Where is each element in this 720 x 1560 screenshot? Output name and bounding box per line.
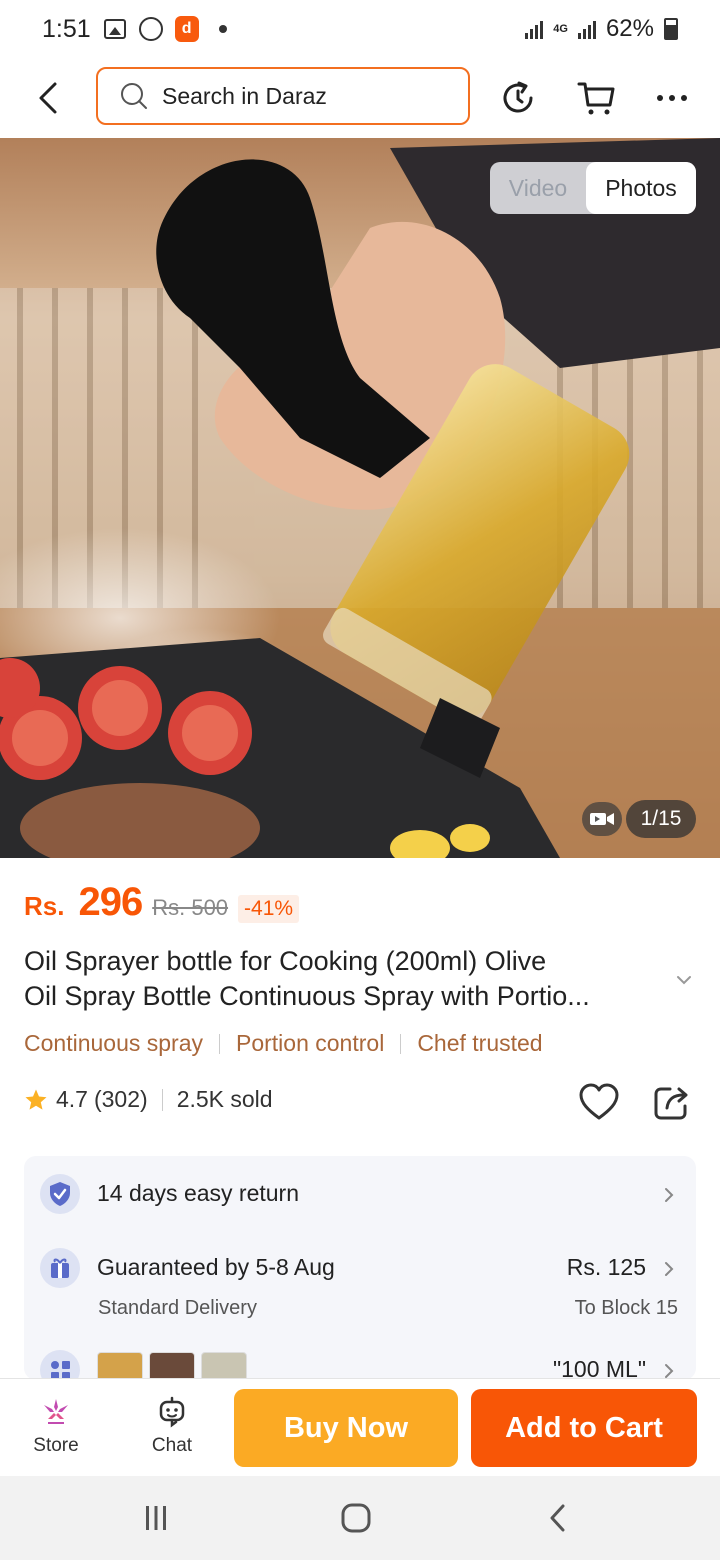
- price-currency: Rs.: [24, 891, 65, 921]
- back-button[interactable]: [30, 78, 66, 118]
- service-info-card: 14 days easy return Guaranteed by 5-8 Au…: [24, 1156, 696, 1380]
- cart-icon: [577, 82, 615, 115]
- delivery-guarantee-label[interactable]: Guaranteed by 5-8 Aug: [97, 1254, 335, 1281]
- add-to-cart-button[interactable]: Add to Cart: [471, 1389, 697, 1467]
- delivery-chevron-icon[interactable]: [662, 1260, 676, 1278]
- history-button[interactable]: [496, 76, 540, 120]
- top-header: Search in Daraz: [0, 58, 720, 138]
- history-icon: [503, 81, 533, 113]
- star-icon: [25, 1089, 47, 1110]
- status-time: 1:51: [42, 14, 91, 43]
- image-counter: 1/15: [626, 800, 696, 838]
- gallery-icon: [103, 18, 127, 40]
- price-row: Rs. 296 Rs. 500 -41%: [24, 880, 300, 925]
- whatsapp-icon: [138, 17, 163, 41]
- daraz-app-icon: d: [174, 16, 199, 42]
- video-camera-icon: [590, 813, 614, 825]
- sold-count: 2.5K sold: [176, 1086, 273, 1112]
- delivery-icon: [40, 1248, 80, 1288]
- search-placeholder: Search in Daraz: [162, 82, 327, 109]
- return-policy-label[interactable]: 14 days easy return: [97, 1180, 299, 1207]
- tag-chef-trusted: Chef trusted: [417, 1030, 543, 1056]
- wishlist-heart-icon[interactable]: [578, 1082, 620, 1122]
- tag-divider: [400, 1033, 402, 1054]
- store-button[interactable]: Store: [16, 1395, 96, 1457]
- tag-divider: [219, 1033, 220, 1054]
- product-image-gallery[interactable]: Video Photos 1/15: [0, 138, 720, 858]
- variant-thumb-3[interactable]: [201, 1352, 247, 1380]
- signal-icon-2: [577, 19, 596, 39]
- search-bar[interactable]: Search in Daraz: [96, 67, 470, 125]
- delivery-type-label: Standard Delivery: [98, 1297, 257, 1319]
- delivery-location: To Block 15: [574, 1297, 678, 1319]
- chat-label: Chat: [151, 1435, 193, 1456]
- product-title-line2: Oil Spray Bottle Continuous Spray with P…: [24, 981, 590, 1011]
- product-photo: [0, 138, 720, 858]
- battery-icon: [664, 18, 678, 40]
- chat-bot-icon: [155, 1395, 189, 1429]
- tag-portion-control: Portion control: [236, 1030, 385, 1056]
- notification-dot-icon: [211, 18, 235, 40]
- rating-row[interactable]: 4.7 (302) 2.5K sold: [24, 1086, 273, 1113]
- recent-apps-icon: [146, 1506, 166, 1530]
- chat-button[interactable]: Chat: [132, 1395, 212, 1457]
- more-button[interactable]: [650, 76, 694, 120]
- product-title-line1: Oil Sprayer bottle for Cooking (200ml) O…: [24, 946, 547, 976]
- more-icon: [657, 95, 687, 101]
- network-type: 4G: [553, 23, 568, 35]
- back-arrow-icon: [39, 82, 57, 114]
- store-label: Store: [33, 1435, 79, 1456]
- variant-icon: [40, 1350, 80, 1380]
- rating-score: 4.7: [56, 1086, 88, 1112]
- rating-divider: [161, 1088, 163, 1111]
- video-tab[interactable]: Video: [490, 162, 586, 214]
- price-current: 296: [78, 880, 143, 924]
- return-shield-icon: [40, 1174, 80, 1214]
- buy-now-button[interactable]: Buy Now: [234, 1389, 458, 1467]
- store-logo-icon: [39, 1395, 73, 1429]
- system-back-button[interactable]: [538, 1498, 578, 1538]
- recent-apps-button[interactable]: [136, 1498, 176, 1538]
- selected-variant-label[interactable]: "100 ML": [553, 1356, 646, 1380]
- photos-tab[interactable]: Photos: [586, 162, 696, 214]
- home-icon: [341, 1503, 371, 1533]
- system-nav-bar: [0, 1476, 720, 1560]
- delivery-price: Rs. 125: [566, 1254, 646, 1280]
- battery-percent: 62%: [605, 15, 654, 42]
- cart-button[interactable]: [574, 76, 618, 120]
- expand-title-chevron-icon[interactable]: [674, 970, 694, 990]
- status-bar: 1:51 d 4G 62%: [0, 0, 720, 58]
- discount-badge: -41%: [238, 895, 300, 923]
- video-badge[interactable]: [582, 802, 622, 836]
- media-toggle: Video Photos: [490, 162, 696, 214]
- back-icon: [550, 1504, 565, 1532]
- home-button[interactable]: [336, 1498, 376, 1538]
- price-original: Rs. 500: [152, 895, 229, 920]
- rating-count: (302): [93, 1086, 148, 1112]
- return-chevron-icon[interactable]: [662, 1186, 676, 1204]
- bottom-action-bar: Store Chat Buy Now Add to Cart: [0, 1378, 720, 1476]
- product-title: Oil Sprayer bottle for Cooking (200ml) O…: [24, 944, 664, 1014]
- search-icon: [121, 83, 147, 109]
- tag-continuous-spray: Continuous spray: [24, 1030, 203, 1056]
- product-tags: Continuous spray Portion control Chef tr…: [24, 1030, 543, 1057]
- variant-thumb-2[interactable]: [149, 1352, 195, 1380]
- share-icon[interactable]: [652, 1082, 692, 1122]
- variant-thumb-1[interactable]: [97, 1352, 143, 1380]
- signal-icon: [525, 19, 544, 39]
